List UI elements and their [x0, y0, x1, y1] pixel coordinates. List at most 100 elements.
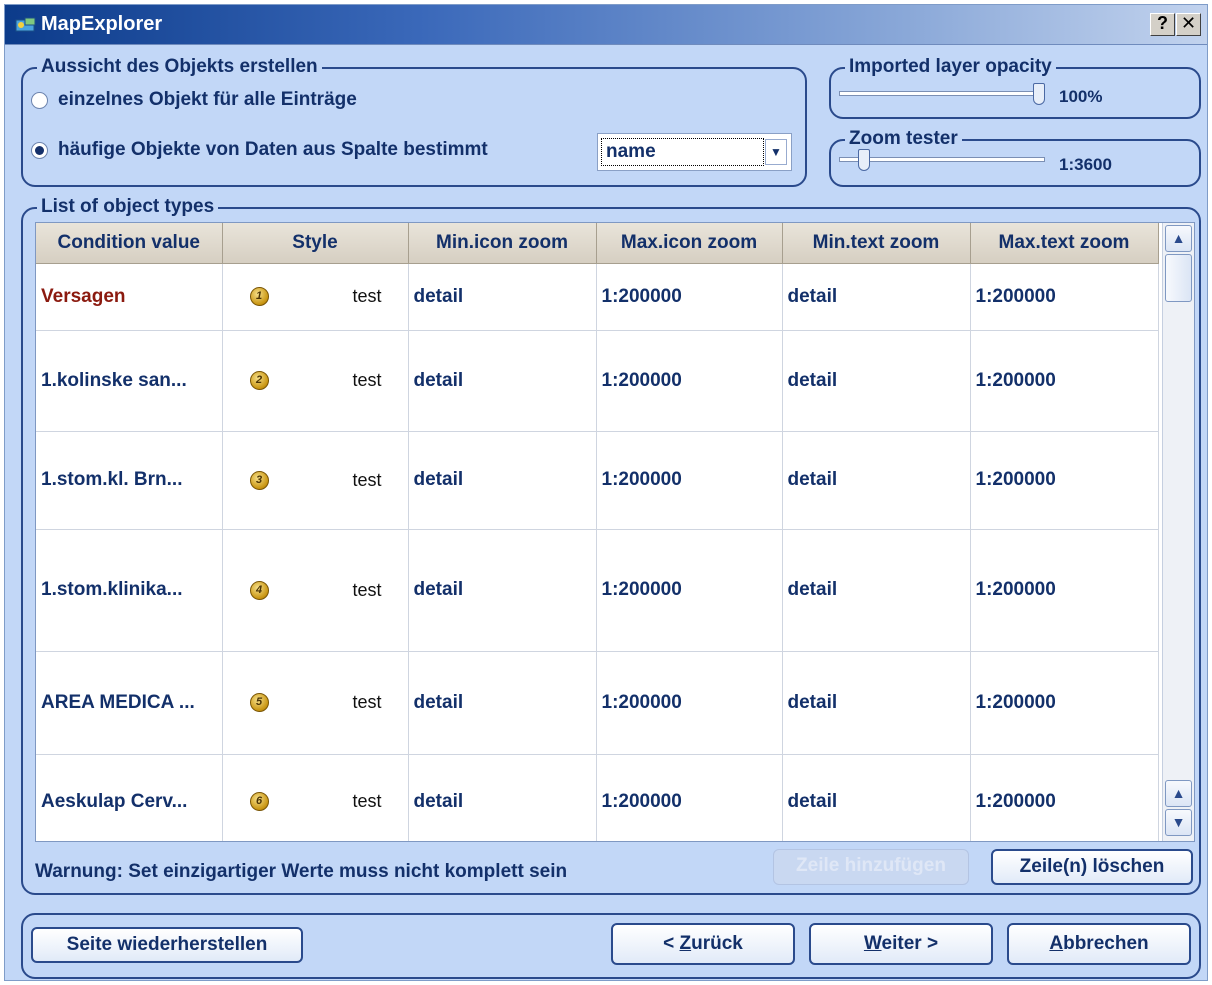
opacity-slider[interactable]: [839, 83, 1049, 107]
table-row[interactable]: 1.stom.klinika... 4 test detail 1:200000 …: [36, 529, 1159, 652]
table-row[interactable]: 1.kolinske san... 2 test detail 1:200000 …: [36, 330, 1159, 432]
help-button[interactable]: ?: [1150, 13, 1175, 36]
min-icon-zoom-cell[interactable]: detail: [408, 754, 597, 841]
object-types-table: Condition value Style Min.icon zoom Max.…: [35, 222, 1195, 842]
style-name: test: [352, 692, 382, 712]
style-name: test: [352, 469, 382, 490]
max-text-zoom-cell[interactable]: 1:200000: [970, 263, 1159, 331]
min-text-zoom-cell[interactable]: detail: [782, 263, 971, 331]
header-max-icon-zoom[interactable]: Max.icon zoom: [596, 223, 783, 264]
condition-value-cell[interactable]: 1.stom.kl. Brn...: [36, 431, 223, 530]
header-max-text-zoom[interactable]: Max.text zoom: [970, 223, 1159, 264]
opacity-slider-thumb[interactable]: [1033, 83, 1045, 105]
condition-value-cell[interactable]: 1.stom.klinika...: [36, 529, 223, 652]
style-cell[interactable]: 6 test: [222, 754, 409, 841]
cancel-label: bbrechen: [1063, 933, 1149, 954]
zoom-slider[interactable]: [839, 149, 1049, 173]
zoom-legend: Zoom tester: [845, 128, 962, 150]
max-text-zoom-cell[interactable]: 1:200000: [970, 754, 1159, 841]
back-label: urück: [691, 933, 743, 954]
delete-rows-button[interactable]: Zeile(n) löschen: [991, 849, 1193, 885]
zoom-slider-thumb[interactable]: [858, 149, 870, 171]
max-text-zoom-cell[interactable]: 1:200000: [970, 529, 1159, 652]
style-badge-icon: 4: [249, 580, 269, 600]
add-row-button[interactable]: Zeile hinzufügen: [773, 849, 969, 885]
max-icon-zoom-cell[interactable]: 1:200000: [596, 330, 783, 432]
min-text-zoom-cell[interactable]: detail: [782, 529, 971, 652]
max-text-zoom-cell[interactable]: 1:200000: [970, 431, 1159, 530]
style-name: test: [352, 286, 382, 306]
min-icon-zoom-cell[interactable]: detail: [408, 330, 597, 432]
scroll-up-icon-lower[interactable]: ▲: [1165, 780, 1192, 807]
scroll-down-icon[interactable]: ▼: [1165, 809, 1192, 836]
condition-value-cell[interactable]: 1.kolinske san...: [36, 330, 223, 432]
back-button[interactable]: < Zurück: [611, 923, 795, 965]
cancel-button[interactable]: Abbrechen: [1007, 923, 1191, 965]
style-name: test: [352, 579, 382, 600]
next-accel: W: [863, 933, 882, 954]
header-min-icon-zoom[interactable]: Min.icon zoom: [408, 223, 597, 264]
max-text-zoom-cell[interactable]: 1:200000: [970, 330, 1159, 432]
min-icon-zoom-cell[interactable]: detail: [408, 651, 597, 755]
min-text-zoom-cell[interactable]: detail: [782, 651, 971, 755]
chevron-down-icon[interactable]: ▼: [765, 139, 787, 165]
style-badge-icon: 2: [249, 371, 269, 390]
min-text-zoom-cell[interactable]: detail: [782, 330, 971, 432]
table-row[interactable]: 1.stom.kl. Brn... 3 test detail 1:200000 …: [36, 431, 1159, 530]
style-cell[interactable]: 3 test: [222, 431, 409, 530]
style-cell[interactable]: 4 test: [222, 529, 409, 652]
style-name: test: [352, 791, 382, 811]
style-badge-icon: 6: [249, 792, 269, 811]
next-label: eiter >: [881, 933, 939, 954]
appearance-legend: Aussicht des Objekts erstellen: [37, 56, 322, 78]
max-icon-zoom-cell[interactable]: 1:200000: [596, 263, 783, 331]
min-icon-zoom-cell[interactable]: detail: [408, 431, 597, 530]
opacity-value: 100%: [1059, 87, 1103, 106]
header-condition-value[interactable]: Condition value: [36, 223, 223, 264]
scroll-up-icon[interactable]: ▲: [1165, 225, 1192, 252]
table-row[interactable]: AREA MEDICA ... 5 test detail 1:200000 de…: [36, 651, 1159, 755]
warning-text: Warnung: Set einzigartiger Werte muss ni…: [35, 861, 568, 882]
object-types-legend: List of object types: [37, 196, 219, 218]
condition-value-cell[interactable]: Versagen: [36, 263, 223, 331]
condition-value-cell[interactable]: AREA MEDICA ...: [36, 651, 223, 755]
radio-single-indicator[interactable]: [31, 91, 48, 109]
table-row[interactable]: Versagen 1 test detail 1:200000 detail 1:…: [36, 263, 1159, 331]
back-prefix: <: [663, 933, 680, 954]
title-bar: MapExplorer ? ✕: [5, 5, 1207, 45]
max-icon-zoom-cell[interactable]: 1:200000: [596, 431, 783, 530]
max-icon-zoom-cell[interactable]: 1:200000: [596, 529, 783, 652]
cancel-accel: A: [1049, 933, 1064, 954]
column-select[interactable]: name ▼: [597, 133, 792, 171]
radio-common-label: häufige Objekte von Daten aus Spalte bes…: [58, 139, 488, 160]
radio-common-indicator[interactable]: [31, 141, 48, 159]
vertical-scrollbar[interactable]: ▲ ▲ ▼: [1162, 223, 1194, 841]
style-cell[interactable]: 5 test: [222, 651, 409, 755]
radio-single-object[interactable]: einzelnes Objekt für alle Einträge: [31, 89, 357, 111]
radio-common-objects[interactable]: häufige Objekte von Daten aus Spalte bes…: [31, 139, 488, 161]
opacity-legend: Imported layer opacity: [845, 56, 1056, 78]
condition-value-cell[interactable]: Aeskulap Cerv...: [36, 754, 223, 841]
style-badge-icon: 5: [249, 693, 269, 712]
min-icon-zoom-cell[interactable]: detail: [408, 263, 597, 331]
scrollbar-thumb[interactable]: [1165, 254, 1192, 302]
style-badge-icon: 3: [249, 470, 269, 490]
restore-page-button[interactable]: Seite wiederherstellen: [31, 927, 303, 963]
header-min-text-zoom[interactable]: Min.text zoom: [782, 223, 971, 264]
max-text-zoom-cell[interactable]: 1:200000: [970, 651, 1159, 755]
header-style[interactable]: Style: [222, 223, 409, 264]
max-icon-zoom-cell[interactable]: 1:200000: [596, 754, 783, 841]
max-icon-zoom-cell[interactable]: 1:200000: [596, 651, 783, 755]
style-cell[interactable]: 2 test: [222, 330, 409, 432]
mapexplorer-dialog: MapExplorer ? ✕ Aussicht des Objekts ers…: [4, 4, 1208, 981]
min-icon-zoom-cell[interactable]: detail: [408, 529, 597, 652]
window-title: MapExplorer: [41, 13, 163, 35]
min-text-zoom-cell[interactable]: detail: [782, 431, 971, 530]
min-text-zoom-cell[interactable]: detail: [782, 754, 971, 841]
style-cell[interactable]: 1 test: [222, 263, 409, 331]
opacity-slider-track: [839, 91, 1045, 96]
radio-single-label: einzelnes Objekt für alle Einträge: [58, 89, 357, 110]
next-button[interactable]: Weiter >: [809, 923, 993, 965]
close-button[interactable]: ✕: [1176, 13, 1201, 36]
table-row[interactable]: Aeskulap Cerv... 6 test detail 1:200000 d…: [36, 754, 1159, 841]
